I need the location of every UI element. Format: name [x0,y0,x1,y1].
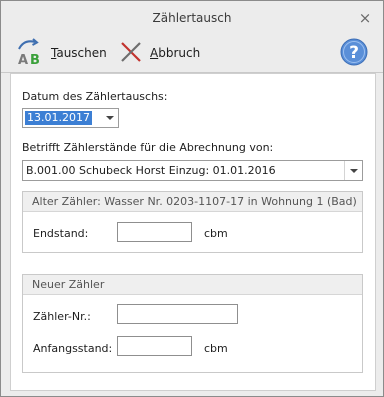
form-panel: Datum des Zählertauschs: 13.01.2017 Betr… [10,73,376,391]
abbruch-button[interactable]: Abbruch [118,38,200,68]
anfangsstand-label: Anfangsstand: [33,342,113,355]
close-icon[interactable]: × [357,10,373,26]
svg-text:B: B [30,53,40,67]
zaehler-nr-input[interactable] [117,304,238,324]
help-icon: ? [339,37,369,70]
billing-value: B.001.00 Schubeck Horst Einzug: 01.01.20… [26,164,276,177]
toolbar: A B Tauschen Abbruch ? [1,35,383,73]
zaehler-nr-label: Zähler-Nr.: [33,310,91,323]
new-meter-header: Neuer Zähler [23,275,362,295]
date-label: Datum des Zählertauschs: [22,90,168,103]
date-value[interactable]: 13.01.2017 [25,111,92,125]
endstand-label: Endstand: [33,227,89,240]
old-meter-group: Alter Zähler: Wasser Nr. 0203-1107-17 in… [22,191,363,253]
dialog-window: Zählertausch × A B Tauschen Abbruch ? Da… [0,0,384,397]
svg-text:?: ? [349,43,359,63]
title-bar: Zählertausch × [1,1,383,35]
date-picker[interactable]: 13.01.2017 [22,108,119,128]
help-button[interactable]: ? [339,38,369,68]
endstand-input[interactable] [117,222,192,242]
ab-swap-icon: A B [15,37,45,70]
old-meter-header: Alter Zähler: Wasser Nr. 0203-1107-17 in… [23,192,362,212]
tauschen-button[interactable]: A B Tauschen [15,37,107,70]
new-meter-group: Neuer Zähler Zähler-Nr.: Anfangsstand: c… [22,274,363,373]
chevron-down-icon[interactable] [344,161,362,180]
cancel-cross-icon [118,39,144,68]
billing-label: Betrifft Zählerstände für die Abrechnung… [22,141,274,154]
anfangsstand-unit: cbm [204,342,228,355]
endstand-unit: cbm [204,227,228,240]
billing-select[interactable]: B.001.00 Schubeck Horst Einzug: 01.01.20… [22,160,363,181]
window-title: Zählertausch [152,11,232,25]
svg-text:A: A [18,53,28,67]
anfangsstand-input[interactable] [117,336,192,356]
chevron-down-icon[interactable] [101,109,118,127]
